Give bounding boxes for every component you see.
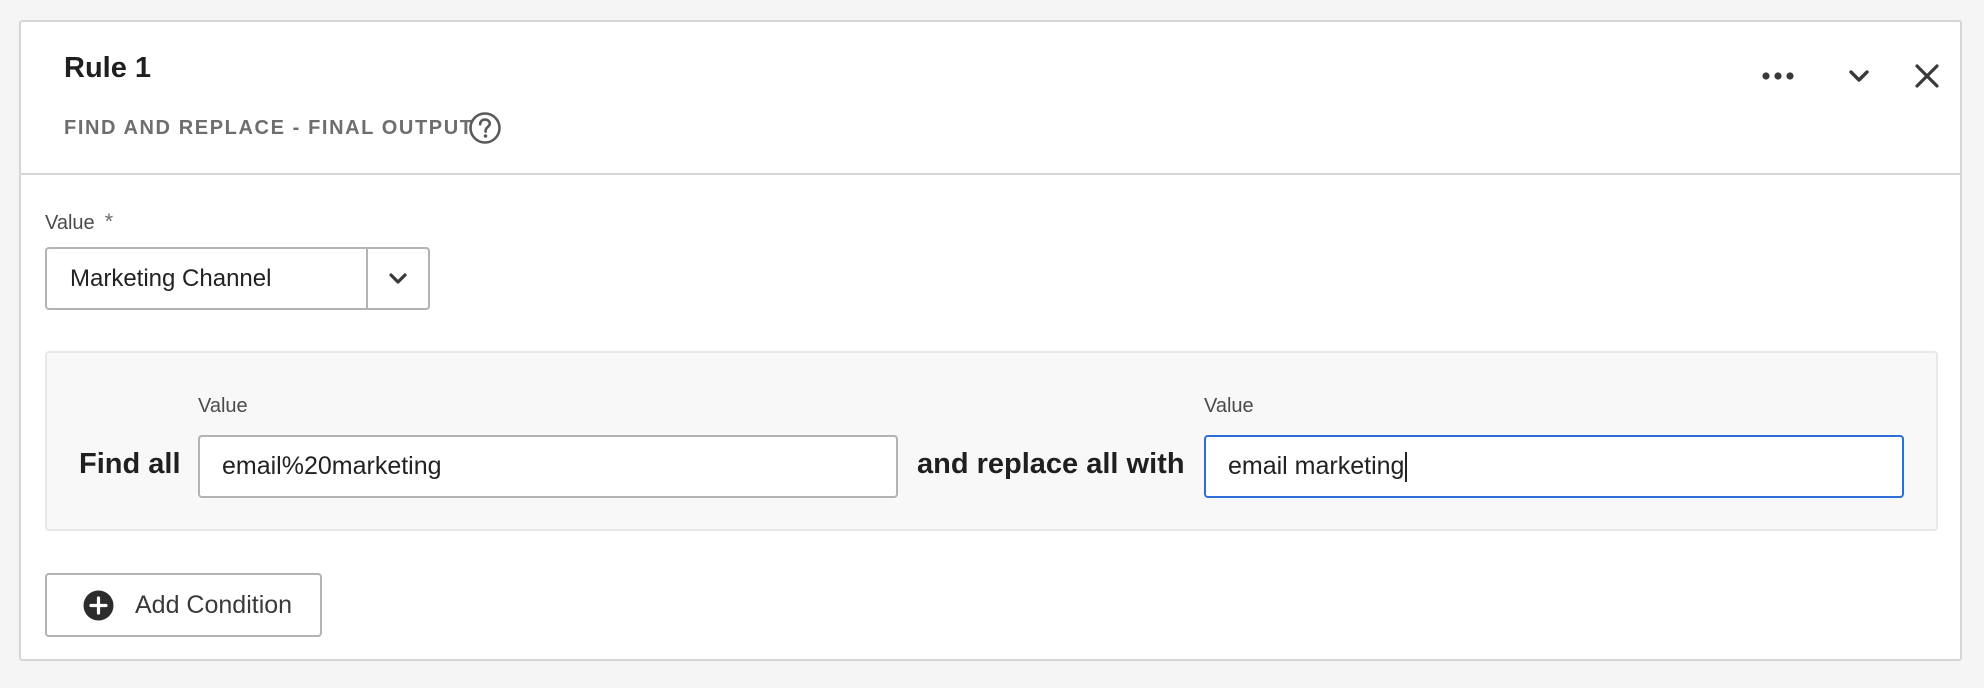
required-marker: *: [104, 209, 114, 234]
replace-all-label: and replace all with: [917, 448, 1185, 480]
value-picker[interactable]: Marketing Channel: [45, 247, 430, 310]
replace-field-label: Value: [1204, 395, 1254, 417]
close-icon: [1915, 64, 1939, 88]
value-picker-selected: Marketing Channel: [70, 264, 272, 292]
chevron-down-icon: [1849, 70, 1869, 82]
find-input-value: email%20marketing: [222, 452, 442, 480]
help-circle-icon[interactable]: [468, 111, 502, 145]
more-horizontal-icon: [1762, 72, 1794, 80]
add-circle-icon: [83, 590, 114, 620]
text-caret: [1405, 451, 1408, 482]
chevron-down-icon: [389, 273, 407, 284]
rule-card: Rule 1 FIND AND REPLACE - FINAL OUTPUT V…: [19, 20, 1962, 661]
rule-title: Rule 1: [64, 52, 152, 84]
replace-input[interactable]: email marketing: [1204, 435, 1904, 498]
find-replace-condition: Find all Value email%20marketing and rep…: [45, 351, 1938, 531]
find-all-label: Find all: [79, 448, 181, 480]
more-actions-button[interactable]: [1757, 55, 1799, 97]
value-field-label: Value *: [45, 209, 113, 235]
find-input[interactable]: email%20marketing: [198, 435, 898, 498]
add-condition-button[interactable]: Add Condition: [45, 573, 322, 637]
value-picker-toggle[interactable]: [366, 249, 428, 308]
add-condition-label: Add Condition: [135, 590, 293, 619]
find-field-label: Value: [198, 395, 248, 417]
replace-input-value: email marketing: [1228, 452, 1405, 480]
close-button[interactable]: [1906, 55, 1948, 97]
value-label-text: Value: [45, 212, 95, 234]
rule-header: Rule 1 FIND AND REPLACE - FINAL OUTPUT: [21, 22, 1960, 175]
collapse-button[interactable]: [1838, 55, 1880, 97]
rule-subtitle: FIND AND REPLACE - FINAL OUTPUT: [64, 117, 474, 139]
